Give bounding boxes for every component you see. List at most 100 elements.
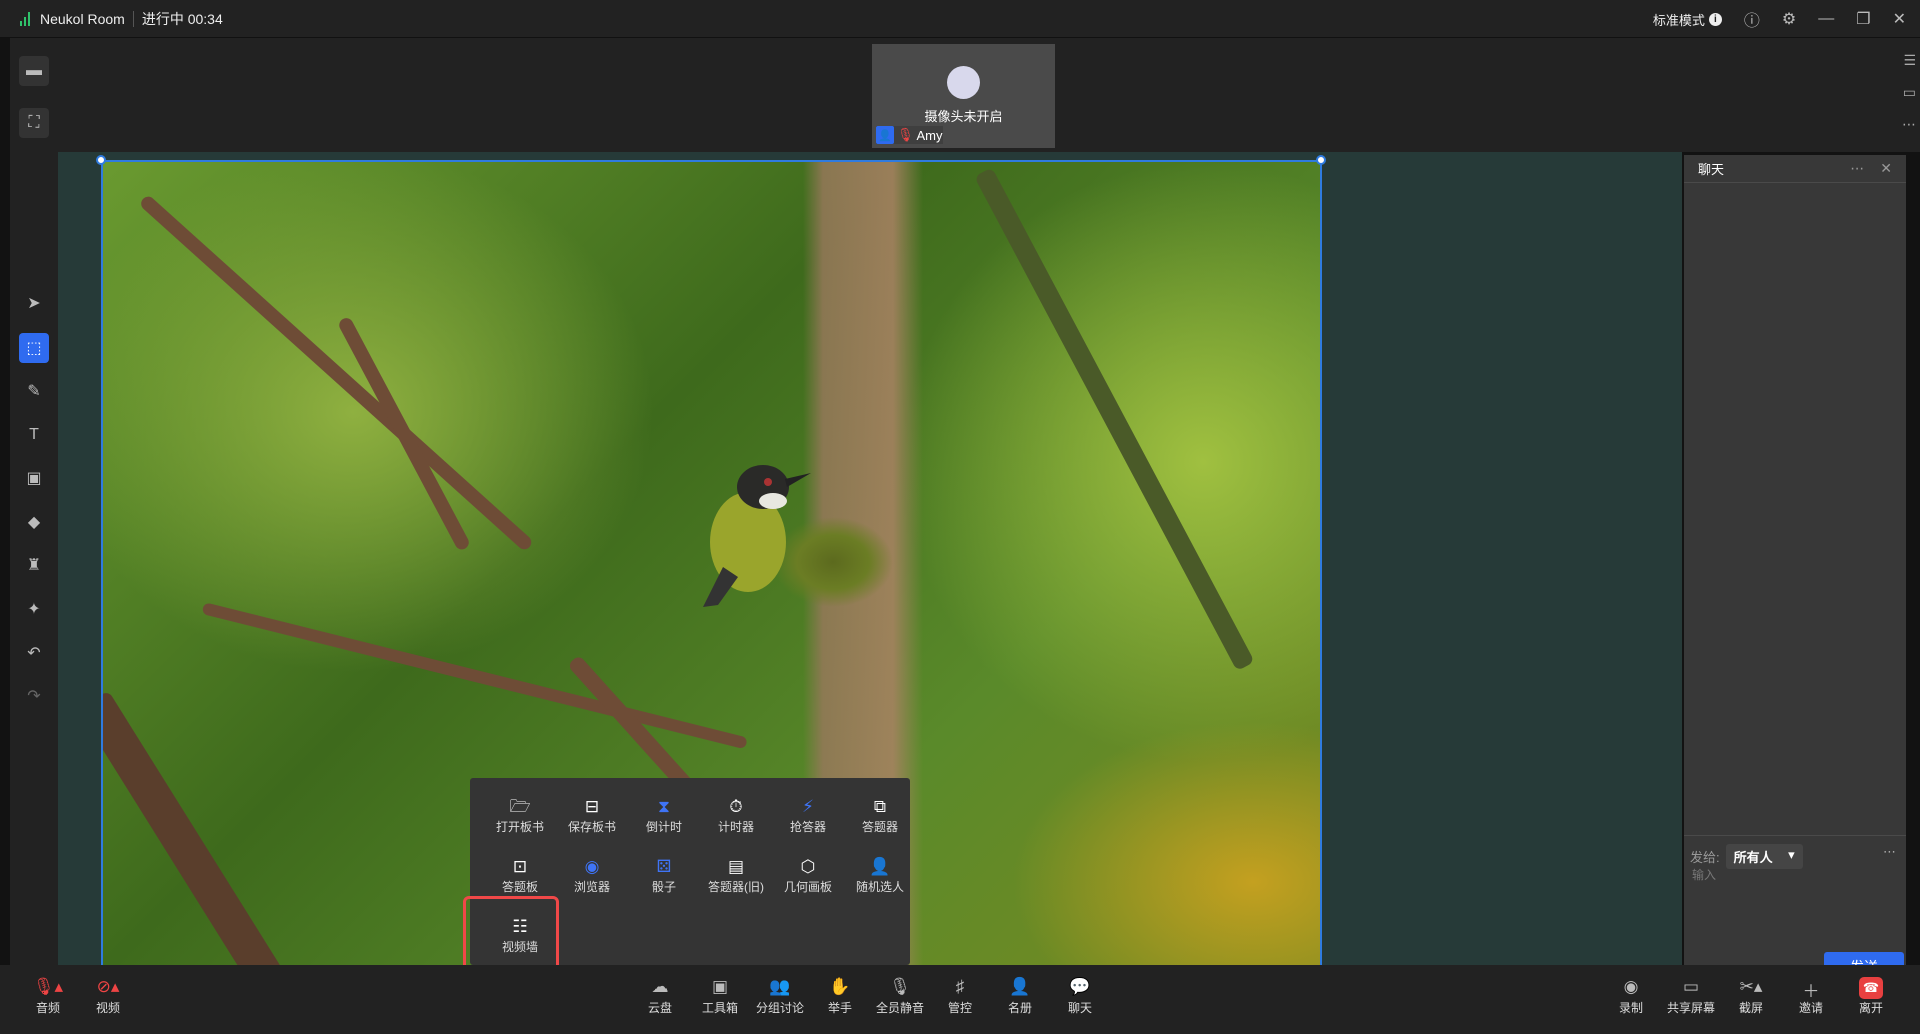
more-icon[interactable]: ⋯ <box>1902 116 1916 133</box>
eraser-icon[interactable]: ◆ <box>19 507 49 537</box>
quiz-old-icon: ▤ <box>727 857 745 876</box>
close-icon[interactable]: ✕ <box>1893 9 1906 29</box>
participant-name: Amy <box>916 127 943 143</box>
chat-title: 聊天 <box>1698 162 1725 177</box>
control-button[interactable]: ♯ 管控 <box>932 977 988 1016</box>
record-button[interactable]: ◉ 录制 <box>1603 977 1659 1016</box>
button-label: 分组讨论 <box>755 1001 804 1015</box>
tool-buzzer[interactable]: ⚡ 抢答器 <box>772 796 844 835</box>
button-label: 举手 <box>827 1001 852 1015</box>
mode-label: 标准模式 <box>1652 12 1705 28</box>
roster-button[interactable]: 👤 名册 <box>992 977 1048 1016</box>
minimize-icon[interactable]: — <box>1818 10 1834 28</box>
settings-icon[interactable]: ⚙ <box>1782 9 1796 29</box>
plus-icon: ＋ <box>1802 982 1820 1001</box>
comment-icon[interactable]: ▬ <box>19 56 49 86</box>
toolbox-icon: ▣ <box>711 977 729 996</box>
send-to-label: 发给: <box>1690 850 1720 865</box>
random-person-icon: 👤 <box>869 857 891 876</box>
group-icon: 👥 <box>769 977 791 996</box>
button-label: 全员静音 <box>875 1001 924 1015</box>
button-label: 邀请 <box>1798 1001 1823 1015</box>
restore-icon[interactable]: ❐ <box>1856 9 1870 29</box>
help-icon[interactable]: ⓘ <box>1744 7 1760 31</box>
tool-timer[interactable]: ⏱ 计时器 <box>700 796 772 835</box>
camera-off-icon: ⊘▴ <box>96 977 120 996</box>
button-label: 截屏 <box>1738 1001 1763 1015</box>
tool-label: 倒计时 <box>645 820 682 834</box>
tool-save-board[interactable]: ⊟ 保存板书 <box>556 796 628 835</box>
layout-icon[interactable]: ☰ <box>1903 52 1916 69</box>
chat-button[interactable]: 💬 聊天 <box>1052 977 1108 1016</box>
tool-random-pick[interactable]: 👤 随机选人 <box>844 856 916 895</box>
button-label: 共享屏幕 <box>1666 1001 1715 1015</box>
toolbox-button[interactable]: ▣ 工具箱 <box>692 977 748 1016</box>
tool-label: 答题板 <box>501 880 538 894</box>
tool-label: 答题器 <box>861 820 898 834</box>
compass-icon: ◉ <box>584 857 600 876</box>
app-name: Neukol Room <box>40 10 125 27</box>
screenshot-button[interactable]: ✂▴ 截屏 <box>1723 977 1779 1016</box>
image-icon[interactable]: ▣ <box>19 463 49 493</box>
tool-quiz-old[interactable]: ▤ 答题器(旧) <box>700 856 772 895</box>
button-label: 云盘 <box>647 1001 672 1015</box>
pen-icon[interactable]: ✎ <box>19 376 49 406</box>
roster-icon: 👤 <box>1009 977 1031 996</box>
recipient-select[interactable]: 所有人 ▾ <box>1725 844 1803 869</box>
tool-countdown[interactable]: ⧗ 倒计时 <box>628 796 700 835</box>
undo-icon[interactable]: ↶ <box>19 638 49 668</box>
text-icon[interactable]: T <box>19 420 49 450</box>
close-chat-icon[interactable]: ✕ <box>1880 160 1892 177</box>
tool-answer-board[interactable]: ⊡ 答题板 <box>484 856 556 895</box>
cloud-icon: ☁ <box>651 977 669 996</box>
redo-icon[interactable]: ↷ <box>19 681 49 711</box>
avatar <box>947 66 980 99</box>
camera-off-text: 摄像头未开启 <box>924 109 1003 124</box>
record-icon: ◉ <box>1623 977 1639 996</box>
info-icon: i <box>1708 12 1722 26</box>
button-label: 管控 <box>947 1001 972 1015</box>
focus-icon[interactable]: ⛶ <box>19 108 49 138</box>
chat-panel: 聊天⋯✕ 发给: 所有人▾ ⋯ 发送 <box>1684 155 1906 982</box>
audio-button[interactable]: 🎙▴ 音频 <box>20 977 76 1016</box>
cloud-button[interactable]: ☁ 云盘 <box>632 977 688 1016</box>
select-icon[interactable]: ⬚ <box>19 333 49 363</box>
clear-icon[interactable]: ♜ <box>19 550 49 580</box>
answer-board-icon: ⊡ <box>512 857 528 876</box>
more-icon[interactable]: ⋯ <box>1850 160 1864 177</box>
more-options-icon[interactable]: ⋯ <box>1883 844 1896 860</box>
control-icon: ♯ <box>955 977 965 996</box>
video-button[interactable]: ⊘▴ 视频 <box>80 977 136 1016</box>
scissors-icon: ✂▴ <box>1739 977 1763 996</box>
mode-selector[interactable]: 标准模式 i <box>1653 10 1722 29</box>
rotate-icon[interactable]: ▭ <box>1903 84 1916 101</box>
bottom-toolbar: 🎙▴ 音频 ⊘▴ 视频 ☁ 云盘 ▣ 工具箱 👥 分组讨论 ✋ 举手 🎙 全员静音 ♯ 管控 👤… <box>0 965 1920 1034</box>
video-tile[interactable]: 摄像头未开启 👤 🎙 Amy <box>872 44 1055 148</box>
pointer-icon[interactable]: ➤ <box>19 288 49 318</box>
tool-label: 答题器(旧) <box>708 880 764 894</box>
tool-quiz[interactable]: ⧉ 答题器 <box>844 796 916 835</box>
buzzer-icon: ⚡ <box>802 797 814 816</box>
resize-handle[interactable] <box>1316 155 1326 165</box>
breakout-button[interactable]: 👥 分组讨论 <box>752 977 808 1016</box>
share-screen-button[interactable]: ▭ 共享屏幕 <box>1663 977 1719 1016</box>
quiz-icon: ⧉ <box>873 797 887 816</box>
magic-wand-icon[interactable]: ✦ <box>19 594 49 624</box>
tool-geometry[interactable]: ⬡ 几何画板 <box>772 856 844 895</box>
tool-open-board[interactable]: 🗁 打开板书 <box>484 796 556 835</box>
hourglass-icon: ⧗ <box>658 797 670 816</box>
tool-label: 随机选人 <box>855 880 904 894</box>
title-bar: Neukol Room 进行中 00:34 标准模式 i ⓘ ⚙ — ❐ ✕ <box>0 0 1920 38</box>
bird-figure <box>703 465 811 607</box>
raise-hand-button[interactable]: ✋ 举手 <box>812 977 868 1016</box>
mute-all-button[interactable]: 🎙 全员静音 <box>872 977 928 1016</box>
tool-browser[interactable]: ◉ 浏览器 <box>556 856 628 895</box>
invite-button[interactable]: ＋邀请 <box>1783 977 1839 1016</box>
tool-dice[interactable]: ⚄ 骰子 <box>628 856 700 895</box>
button-label: 离开 <box>1858 1001 1883 1015</box>
resize-handle[interactable] <box>96 155 106 165</box>
button-label: 工具箱 <box>701 1001 738 1015</box>
leave-button[interactable]: ☎ 离开 <box>1843 977 1899 1016</box>
mic-off-icon: 🎙 <box>897 127 914 142</box>
chat-input[interactable] <box>1692 868 1892 882</box>
